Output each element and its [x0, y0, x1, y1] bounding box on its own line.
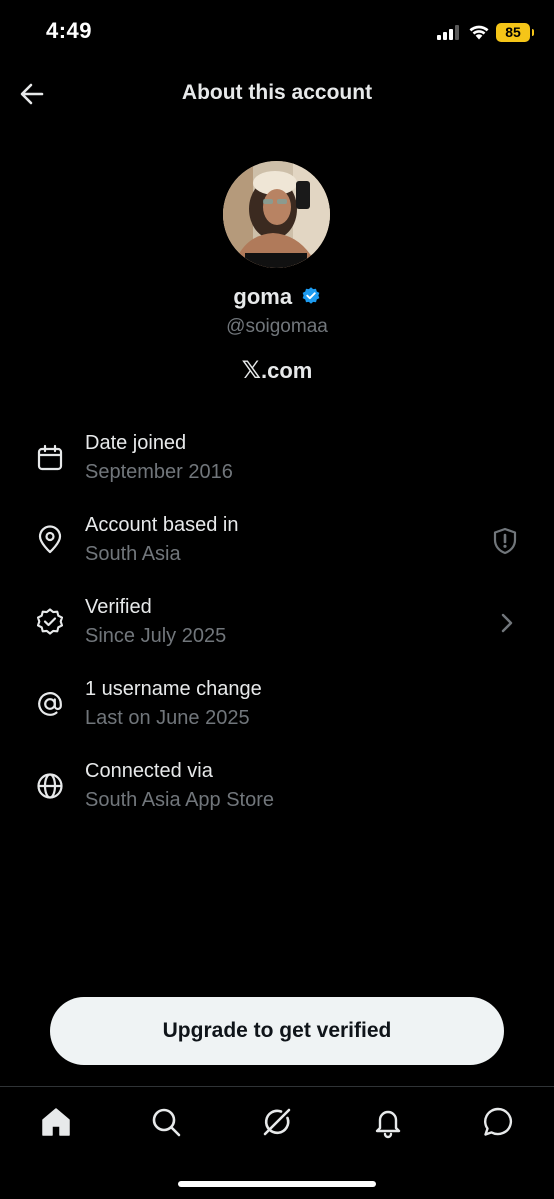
info-subtitle: South Asia App Store: [85, 789, 275, 811]
info-title: Date joined: [85, 432, 187, 454]
search-icon[interactable]: [149, 1105, 183, 1139]
info-title: Verified: [85, 596, 152, 618]
home-indicator: [178, 1181, 376, 1187]
site-suffix: .com: [260, 358, 313, 383]
page-title: About this account: [181, 81, 373, 104]
info-row-username-change: 1 username change Last on June 2025: [0, 666, 554, 748]
shield-alert-icon[interactable]: [490, 526, 520, 556]
top-nav-bar: About this account: [0, 66, 554, 122]
calendar-icon: [37, 444, 63, 471]
x-logo-icon: 𝕏: [241, 357, 261, 384]
display-name: goma: [233, 284, 293, 309]
info-title: 1 username change: [85, 678, 262, 700]
globe-icon: [37, 773, 63, 799]
wifi-icon: [469, 25, 489, 40]
message-icon[interactable]: [481, 1105, 515, 1139]
verified-check-icon: [36, 608, 64, 635]
location-pin-icon: [38, 525, 62, 554]
grok-icon[interactable]: [260, 1105, 294, 1139]
shield-alert-icon[interactable]: [492, 106, 522, 136]
home-icon[interactable]: [39, 1105, 73, 1139]
site-label: 𝕏.com: [0, 356, 554, 385]
display-name-row: goma: [0, 284, 554, 310]
at-sign-icon: [38, 692, 62, 716]
info-subtitle: South Asia: [85, 543, 181, 565]
upgrade-verified-button[interactable]: Upgrade to get verified: [50, 997, 504, 1065]
battery-indicator: 85: [496, 23, 534, 42]
status-bar: 4:49 85: [0, 0, 554, 66]
info-subtitle: September 2016: [85, 461, 233, 483]
username-handle: @soigomaa: [226, 316, 328, 337]
bell-icon[interactable]: [371, 1105, 405, 1139]
status-time: 4:49: [46, 18, 93, 43]
avatar[interactable]: [223, 161, 330, 268]
cellular-signal-icon: [437, 25, 459, 40]
info-row-connected-via: Connected via South Asia App Store: [0, 748, 554, 830]
info-row-date-joined: Date joined September 2016: [0, 420, 554, 502]
verified-badge-icon: [302, 286, 319, 304]
info-row-verified[interactable]: Verified Since July 2025: [0, 584, 554, 666]
info-title: Account based in: [85, 514, 239, 536]
chevron-right-icon: [501, 613, 513, 633]
info-subtitle: Last on June 2025: [85, 707, 250, 729]
info-title: Connected via: [85, 760, 213, 782]
info-subtitle: Since July 2025: [85, 625, 227, 647]
info-row-account-based-in: Account based in South Asia: [0, 502, 554, 584]
